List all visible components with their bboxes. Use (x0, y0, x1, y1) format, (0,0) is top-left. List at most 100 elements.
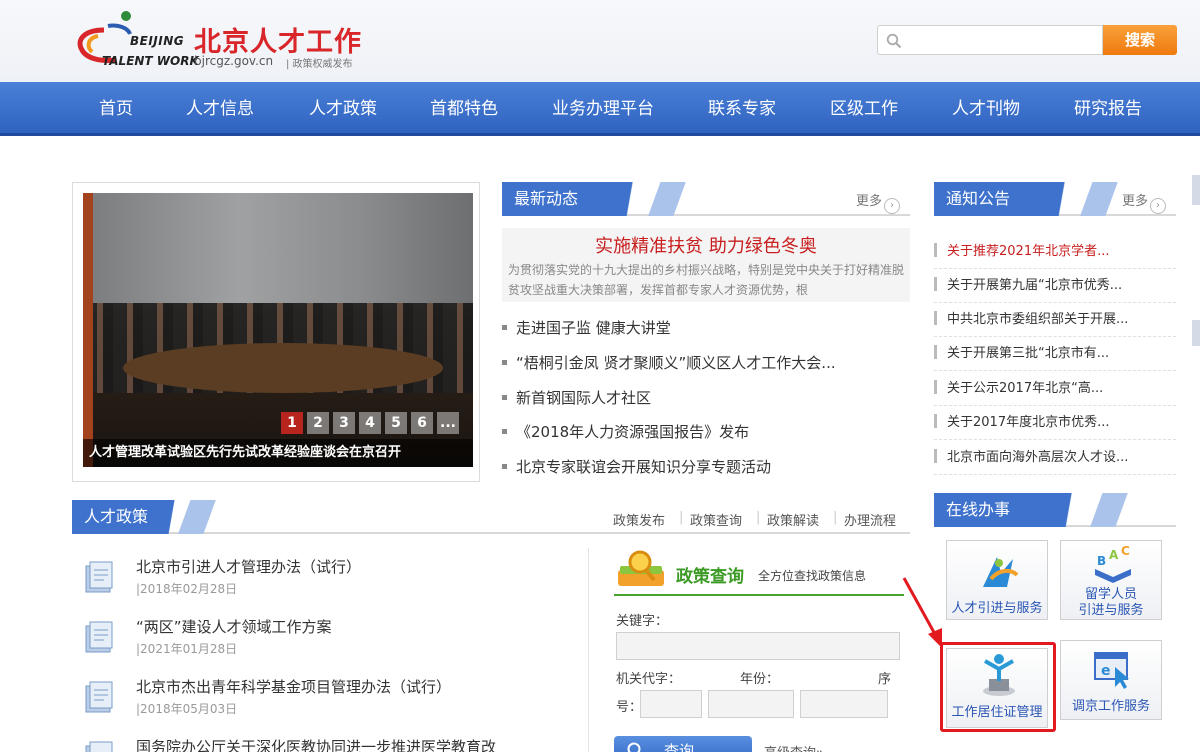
carousel-page-6[interactable]: 6 (411, 412, 433, 434)
service-label-line2: 引进与服务 (1078, 603, 1144, 618)
year-input[interactable] (708, 690, 794, 718)
notice-item-text: 关于2017年度北京市优秀... (947, 415, 1110, 430)
service-transfer-to-beijing[interactable]: e 调京工作服务 (1060, 640, 1162, 720)
policy-item-title[interactable]: “两区”建设人才领域工作方案 (136, 616, 332, 637)
svg-text:A: A (1109, 548, 1119, 562)
carousel-page-4[interactable]: 4 (359, 412, 381, 434)
bullet-icon (502, 429, 507, 434)
carousel-page-1[interactable]: 1 (281, 412, 303, 434)
annotation-highlight-box (940, 642, 1056, 732)
nav-item-home[interactable]: 首页 (96, 82, 136, 136)
bullet-icon (934, 243, 937, 257)
policy-item-title[interactable]: 国务院办公厅关于深化医教协同进一步推进医学教育改 (136, 736, 496, 752)
bullet-icon (934, 380, 937, 394)
carousel-page-3[interactable]: 3 (333, 412, 355, 434)
headline-desc: 为贯彻落实党的十九大提出的乡村振兴战略，特别是党中央关于打好精准脱贫攻坚战重大决… (508, 263, 905, 297)
nav-item-talent-policy[interactable]: 人才政策 (305, 82, 381, 136)
abc-book-icon: B A C (1095, 545, 1131, 583)
carousel-page-2[interactable]: 2 (307, 412, 329, 434)
bullet-icon (502, 325, 507, 330)
notice-item-text: 关于推荐2021年北京学者... (947, 244, 1110, 259)
policy-link-query[interactable]: 政策查询 (690, 510, 742, 529)
news-header: 最新动态 更多 › (502, 182, 910, 216)
list-item[interactable]: 关于公示2017年北京“高... (934, 372, 1176, 406)
query-title: 政策查询 (676, 567, 744, 587)
nav-item-business-platform[interactable]: 业务办理平台 (548, 82, 658, 136)
bullet-icon (502, 360, 507, 365)
list-item[interactable]: 关于2017年度北京市优秀... (934, 406, 1176, 440)
nav-item-contact-experts[interactable]: 联系专家 (704, 82, 780, 136)
service-talent-introduction[interactable]: 人才引进与服务 (946, 540, 1048, 620)
nav-item-district-work[interactable]: 区级工作 (826, 82, 902, 136)
bullet-icon (934, 277, 937, 291)
list-item[interactable]: “梧桐引金凤 贤才聚顺义”顺义区人才工作大会... (502, 348, 836, 378)
query-underline (614, 594, 904, 596)
policy-item-title[interactable]: 北京市杰出青年科学基金项目管理办法（试行） (136, 676, 451, 697)
document-icon (85, 621, 113, 653)
search-box (877, 25, 1103, 55)
nav-item-capital-features[interactable]: 首都特色 (426, 82, 502, 136)
carousel-page-more[interactable]: ... (437, 412, 459, 434)
org-code-input[interactable] (640, 690, 702, 718)
list-item[interactable]: 走进国子监 健康大讲堂 (502, 313, 671, 343)
policy-title: 人才政策 (72, 500, 232, 534)
keyword-label: 关键字： (616, 614, 669, 629)
list-item[interactable]: 北京专家联谊会开展知识分享专题活动 (502, 452, 771, 482)
nav-item-talent-info[interactable]: 人才信息 (182, 82, 258, 136)
search-button[interactable]: 搜索 (1103, 25, 1177, 55)
notice-more-link[interactable]: 更多 › (1122, 190, 1167, 214)
list-item[interactable]: 《2018年人力资源强国报告》发布 (502, 417, 749, 447)
online-service-header: 在线办事 (934, 493, 1176, 527)
carousel-caption[interactable]: 人才管理改革试验区先行先试改革经验座谈会在京召开 (83, 439, 473, 467)
list-item[interactable]: 北京市面向海外高层次人才设... (934, 441, 1176, 475)
main-nav: 首页 人才信息 人才政策 首都特色 业务办理平台 联系专家 区级工作 人才刊物 … (0, 82, 1200, 136)
link-separator: | (833, 510, 838, 525)
bullet-icon (934, 449, 937, 463)
bullet-icon (502, 395, 507, 400)
news-headline[interactable]: 实施精准扶贫 助力绿色冬奥 为贯彻落实党的十九大提出的乡村振兴战略，特别是党中央… (502, 228, 910, 302)
list-item[interactable]: 新首钢国际人才社区 (502, 383, 651, 413)
list-item[interactable]: 关于推荐2021年北京学者... (934, 235, 1176, 269)
list-item[interactable]: 关于开展第三批“北京市有... (934, 337, 1176, 371)
news-title: 最新动态 (502, 182, 702, 216)
document-icon (85, 741, 113, 752)
link-separator: | (679, 510, 684, 525)
logo-domain: bjrcgz.gov.cn (194, 54, 274, 68)
document-icon (85, 561, 113, 593)
query-subtitle: 全方位查找政策信息 (758, 569, 867, 583)
photo-carousel: 1 2 3 4 5 6 ... 人才管理改革试验区先行先试改革经验座谈会在京召开 (72, 182, 480, 482)
document-icon (85, 681, 113, 713)
year-label: 年份： (740, 672, 780, 687)
site-logo[interactable]: BEIJING TALENT WORK 北京人才工作 bjrcgz.gov.cn… (74, 6, 364, 74)
keyword-input[interactable] (616, 632, 900, 660)
query-button[interactable]: 查询 (614, 736, 752, 752)
news-more-link[interactable]: 更多 › (856, 190, 901, 214)
search-input[interactable] (908, 30, 1098, 50)
news-item-text: 走进国子监 健康大讲堂 (516, 319, 671, 337)
seq-input[interactable] (800, 690, 888, 718)
notice-title: 通知公告 (934, 182, 1134, 216)
policy-item-title[interactable]: 北京市引进人才管理办法（试行） (136, 556, 361, 577)
headline-title[interactable]: 实施精准扶贫 助力绿色冬奥 (502, 232, 910, 258)
chevron-right-icon: › (1150, 198, 1167, 214)
carousel-page-5[interactable]: 5 (385, 412, 407, 434)
service-label: 调京工作服务 (1071, 699, 1150, 714)
search-bar: 搜索 (877, 25, 1177, 55)
policy-link-process[interactable]: 办理流程 (844, 510, 896, 529)
nav-item-research-reports[interactable]: 研究报告 (1070, 82, 1146, 136)
news-item-text: “梧桐引金凤 贤才聚顺义”顺义区人才工作大会... (516, 354, 836, 372)
policy-link-interpret[interactable]: 政策解读 (767, 510, 819, 529)
magnifier-book-icon (618, 550, 664, 586)
list-item[interactable]: 中共北京市委组织部关于开展... (934, 303, 1176, 337)
service-overseas-students[interactable]: B A C 留学人员 引进与服务 (1060, 540, 1162, 620)
advanced-query-link[interactable]: 高级查询» (764, 742, 824, 752)
policy-link-publish[interactable]: 政策发布 (613, 510, 665, 529)
query-button-label: 查询 (664, 742, 695, 752)
policy-item-date: |2018年05月03日 (136, 702, 238, 716)
scroll-edge (1192, 320, 1200, 346)
browser-cursor-icon: e (1094, 652, 1129, 689)
notice-header: 通知公告 更多 › (934, 182, 1176, 216)
bullet-icon (934, 414, 937, 428)
list-item[interactable]: 关于开展第九届“北京市优秀... (934, 269, 1176, 303)
nav-item-publications[interactable]: 人才刊物 (948, 82, 1024, 136)
